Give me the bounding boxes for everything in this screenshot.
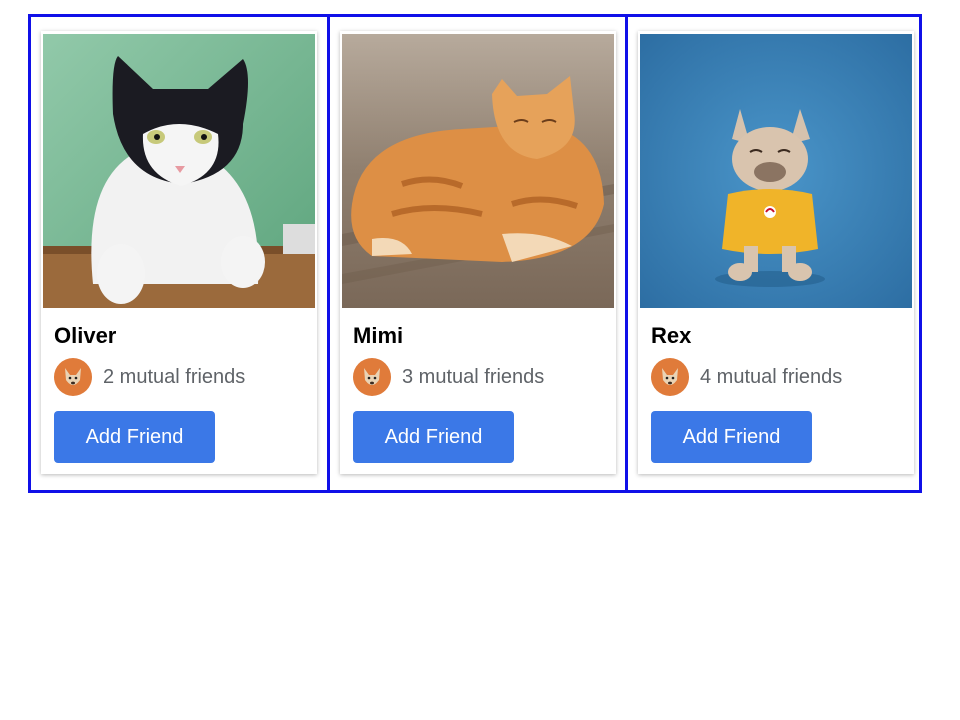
friend-card: Rex 4 mutual friends Add Friend <box>638 31 914 474</box>
card-column: Mimi 3 mutual friends Add Friend <box>327 17 625 490</box>
add-friend-button[interactable]: Add Friend <box>54 411 215 463</box>
avatar <box>651 358 689 396</box>
dog-photo-icon[interactable] <box>640 34 912 308</box>
cat-photo-icon[interactable] <box>342 34 614 308</box>
dog-avatar-icon <box>651 358 689 396</box>
add-friend-button[interactable]: Add Friend <box>651 411 812 463</box>
card-column: Oliver 2 mutual friends Add Friend <box>31 17 327 490</box>
friend-name: Mimi <box>353 323 404 348</box>
mutual-friends-count: 2 mutual friends <box>103 365 246 388</box>
mutual-friends-row: 2 mutual friends <box>54 358 245 396</box>
friend-card: Oliver 2 mutual friends Add Friend <box>41 31 317 474</box>
friend-card: Mimi 3 mutual friends Add Friend <box>340 31 616 474</box>
dog-avatar-icon <box>54 358 92 396</box>
friend-name: Oliver <box>54 323 117 348</box>
friend-name: Rex <box>651 323 692 348</box>
add-friend-button[interactable]: Add Friend <box>353 411 514 463</box>
dog-avatar-icon <box>353 358 391 396</box>
cat-photo-icon[interactable] <box>43 34 315 308</box>
card-column: Rex 4 mutual friends Add Friend <box>625 17 923 490</box>
avatar <box>353 358 391 396</box>
mutual-friends-count: 3 mutual friends <box>402 365 545 388</box>
avatar <box>54 358 92 396</box>
card-grid-outline: Oliver 2 mutual friends Add Friend Mimi … <box>28 14 922 493</box>
mutual-friends-row: 3 mutual friends <box>353 358 544 396</box>
mutual-friends-count: 4 mutual friends <box>700 365 843 388</box>
mutual-friends-row: 4 mutual friends <box>651 358 842 396</box>
